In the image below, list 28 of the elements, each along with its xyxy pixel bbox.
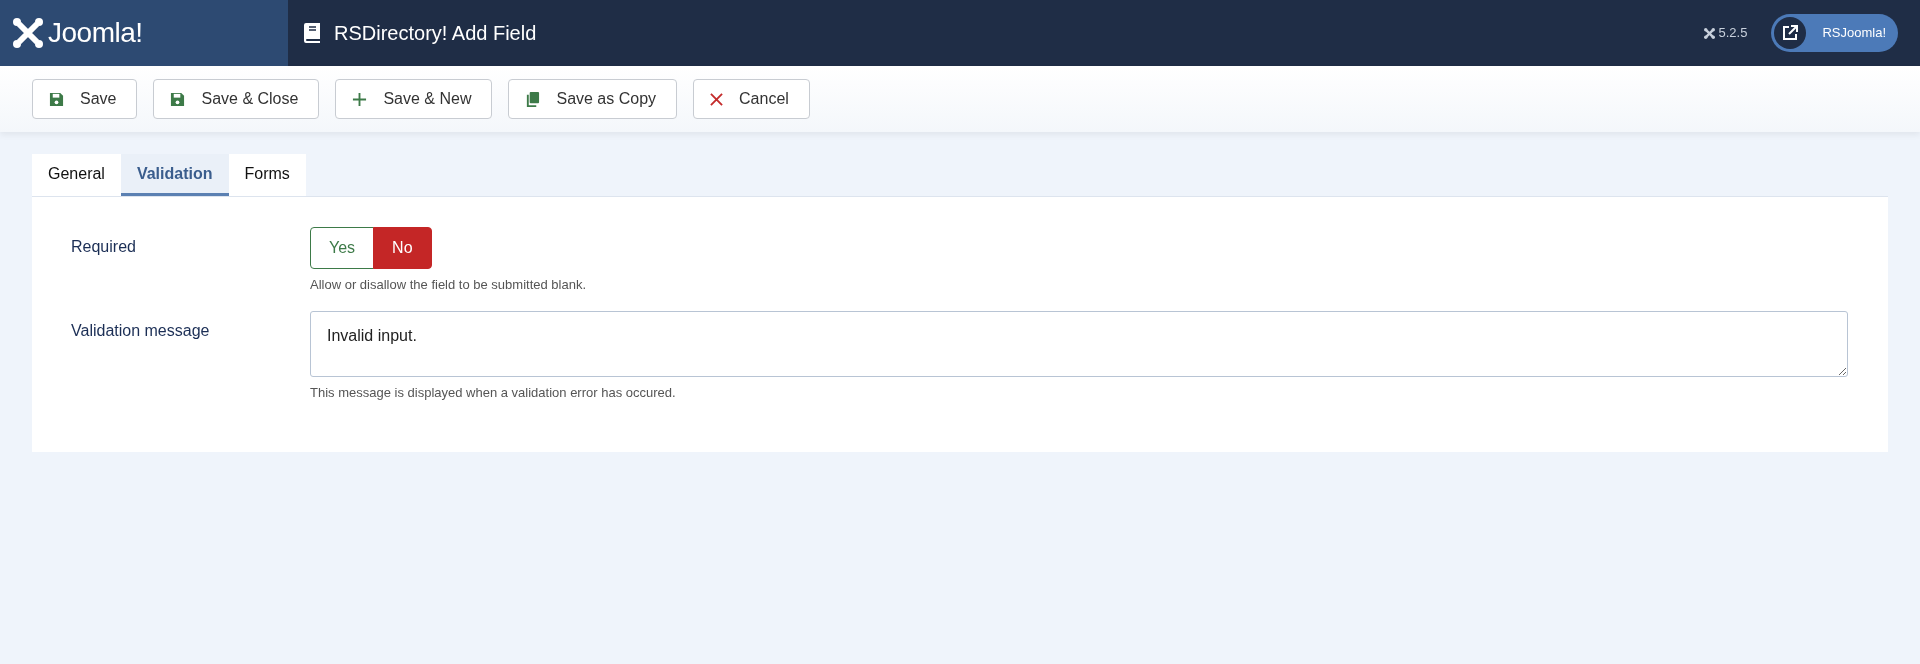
save-icon <box>49 91 64 107</box>
version-text: 5.2.5 <box>1718 24 1748 43</box>
tab[interactable]: Validation <box>120 154 229 196</box>
field-label: Validation message <box>71 320 211 341</box>
help-text: This message is displayed when a validation error has occured. <box>310 383 677 402</box>
toolbar-button[interactable]: Save <box>32 79 138 119</box>
field-label: Required <box>71 237 137 257</box>
toolbar-button[interactable]: Save & Close <box>153 79 320 119</box>
logo-icon <box>12 17 44 49</box>
tab[interactable]: Forms <box>228 154 306 196</box>
toolbar-button[interactable]: Save as Copy <box>508 79 678 119</box>
site-link-button[interactable]: RSJoomla! <box>1771 14 1898 52</box>
logo-text: Joomla! <box>48 16 143 50</box>
help-text: Allow or disallow the field to be submitted blank. <box>310 276 588 294</box>
logo-icon <box>1703 27 1715 39</box>
toolbar-button[interactable]: Cancel <box>693 79 810 119</box>
tab[interactable]: General <box>32 154 121 196</box>
cancel-icon <box>710 92 724 106</box>
book-icon <box>304 23 320 43</box>
plus-icon <box>352 91 368 107</box>
page-title: RSDirectory! Add Field <box>333 21 537 46</box>
message-field[interactable]: Invalid input. <box>310 310 1848 377</box>
switch-option[interactable]: No <box>373 227 432 269</box>
external-link-icon <box>1782 25 1799 41</box>
save-icon <box>170 91 186 107</box>
switch-option[interactable]: Yes <box>310 227 375 269</box>
copy-icon <box>525 90 541 108</box>
toolbar-button[interactable]: Save & New <box>335 79 493 119</box>
